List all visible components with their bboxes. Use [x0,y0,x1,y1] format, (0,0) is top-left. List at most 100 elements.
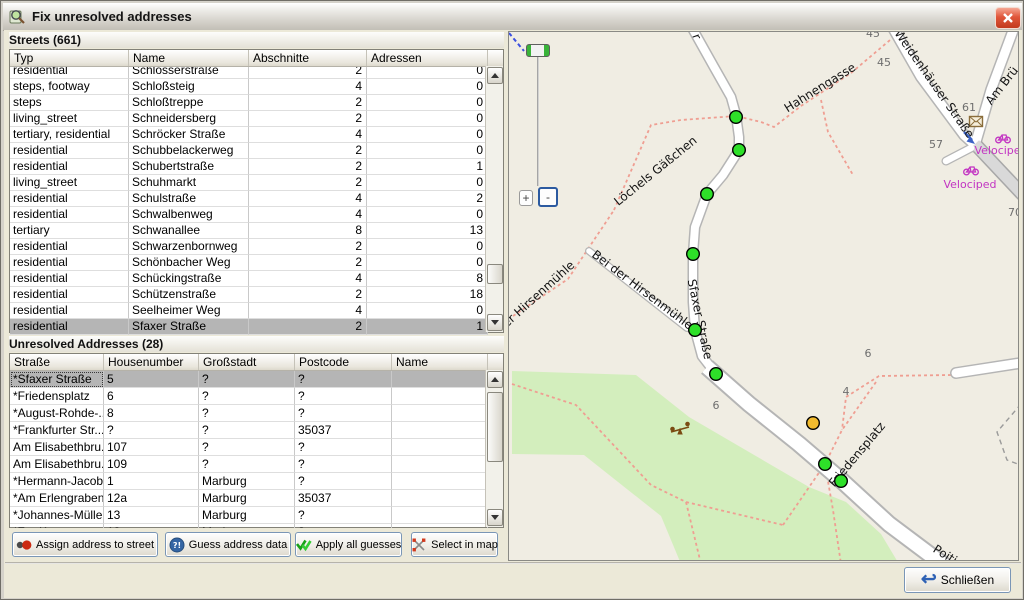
table-cell[interactable]: *Frankfurter Str... [10,422,104,439]
column-header[interactable]: Postcode [295,354,392,370]
table-row[interactable]: residentialSchwalbenweg40 [10,207,488,223]
select-in-map-button[interactable]: Select in map [411,532,498,557]
table-cell[interactable]: 4 [249,127,367,143]
table-cell[interactable]: 4 [249,303,367,319]
table-cell[interactable]: Schwarzenbornweg [129,239,249,255]
table-cell[interactable]: 109 [104,456,199,473]
table-cell[interactable]: ? [199,422,295,439]
table-cell[interactable]: Marburg [199,524,295,528]
table-cell[interactable]: ? [295,405,392,422]
table-row[interactable]: stepsSchloßtreppe20 [10,95,488,111]
scrollbar-thumb[interactable] [487,392,503,462]
table-cell[interactable]: residential [10,207,129,223]
zoom-slider-handle[interactable] [526,44,550,57]
table-cell[interactable]: *August-Rohde-... [10,405,104,422]
table-cell[interactable]: 1 [367,319,488,335]
table-cell[interactable]: *Am Erlengraben [10,490,104,507]
table-cell[interactable]: living_street [10,111,129,127]
table-row[interactable]: residentialSchubbelackerweg20 [10,143,488,159]
table-cell[interactable]: *Johannes-Mülle... [10,507,104,524]
table-cell[interactable]: Sfaxer Straße [129,319,249,335]
table-cell[interactable] [392,388,488,405]
table-row[interactable]: residentialSchulstraße42 [10,191,488,207]
table-cell[interactable]: Schulstraße [129,191,249,207]
table-cell[interactable]: 13 [104,507,199,524]
table-cell[interactable]: 35037 [295,490,392,507]
addresses-scrollbar[interactable] [485,370,503,527]
table-cell[interactable] [392,439,488,456]
table-cell[interactable] [392,473,488,490]
table-cell[interactable]: 0 [367,79,488,95]
table-cell[interactable]: ? [199,456,295,473]
table-cell[interactable]: 18 [367,287,488,303]
table-cell[interactable]: 4 [249,191,367,207]
table-cell[interactable]: 2 [249,159,367,175]
apply-all-guesses-button[interactable]: Apply all guesses [295,532,402,557]
table-cell[interactable]: 107 [104,439,199,456]
zoom-out-button[interactable]: - [538,187,558,207]
table-cell[interactable]: 5 [104,371,199,388]
table-cell[interactable]: Marburg [199,490,295,507]
table-cell[interactable]: residential [10,67,129,79]
column-header[interactable]: Abschnitte [249,50,367,66]
table-cell[interactable]: 0 [367,303,488,319]
streets-scrollbar[interactable] [485,66,503,332]
table-cell[interactable]: 8 [104,405,199,422]
table-cell[interactable]: Am Elisabethbru... [10,439,104,456]
table-row[interactable]: Am Elisabethbru...107?? [10,439,488,456]
guess-address-data-button[interactable]: ?!Guess address data [165,532,291,557]
table-row[interactable]: tertiarySchwanallee813 [10,223,488,239]
table-cell[interactable]: residential [10,303,129,319]
column-header[interactable]: Housenumber [104,354,199,370]
zoom-slider-track[interactable] [537,56,539,186]
address-node-green[interactable] [730,111,743,124]
table-cell[interactable]: 2 [249,239,367,255]
table-row[interactable]: Am Elisabethbru...109?? [10,456,488,473]
table-cell[interactable]: residential [10,255,129,271]
table-cell[interactable]: 0 [367,127,488,143]
table-cell[interactable]: residential [10,143,129,159]
scroll-down-button[interactable] [487,509,503,526]
table-cell[interactable]: 0 [367,239,488,255]
table-cell[interactable]: Marburg [199,507,295,524]
table-cell[interactable]: Schlosserstraße [129,67,249,79]
close-window-button[interactable] [995,7,1021,29]
table-row[interactable]: residentialSchönbacher Weg20 [10,255,488,271]
close-dialog-button[interactable]: ↩ Schließen [904,567,1011,593]
table-cell[interactable]: 4 [249,207,367,223]
column-header[interactable]: Name [129,50,249,66]
table-cell[interactable]: 2 [249,67,367,79]
table-cell[interactable]: 0 [367,95,488,111]
table-cell[interactable]: tertiary [10,223,129,239]
table-cell[interactable]: residential [10,319,129,335]
table-cell[interactable]: ? [295,524,392,528]
table-cell[interactable]: *Hermann-Jacob... [10,473,104,490]
table-cell[interactable]: ? [199,439,295,456]
table-row[interactable]: residentialSeelheimer Weg40 [10,303,488,319]
table-cell[interactable]: Schröcker Straße [129,127,249,143]
address-node-green[interactable] [733,144,746,157]
scroll-up-button[interactable] [487,371,503,388]
table-cell[interactable]: 0 [367,207,488,223]
column-header[interactable]: Adressen [367,50,488,66]
column-header[interactable]: Name [392,354,488,370]
table-cell[interactable] [392,422,488,439]
table-cell[interactable]: *Friedensplatz [10,388,104,405]
table-row[interactable]: living_streetSchuhmarkt20 [10,175,488,191]
table-cell[interactable]: steps, footway [10,79,129,95]
address-node-green[interactable] [710,368,723,381]
table-cell[interactable]: Schückingstraße [129,271,249,287]
table-row[interactable]: residentialSchützenstraße218 [10,287,488,303]
address-node-yellow[interactable] [807,417,820,430]
table-cell[interactable]: living_street [10,175,129,191]
table-cell[interactable]: 13 [367,223,488,239]
table-cell[interactable]: ? [295,507,392,524]
table-cell[interactable]: Schuhmarkt [129,175,249,191]
table-cell[interactable]: residential [10,191,129,207]
column-header[interactable]: Straße [10,354,104,370]
table-cell[interactable]: 2 [249,319,367,335]
table-cell[interactable]: 0 [367,143,488,159]
table-row[interactable]: tertiary, residentialSchröcker Straße40 [10,127,488,143]
table-cell[interactable]: ? [295,473,392,490]
table-cell[interactable]: 0 [367,175,488,191]
